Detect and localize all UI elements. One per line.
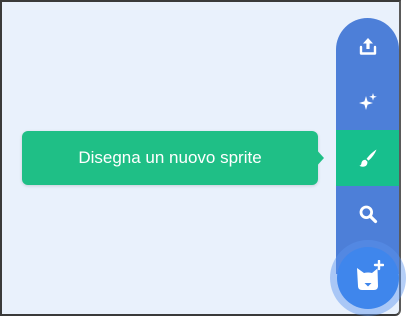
surprise-sprite-button[interactable] xyxy=(336,74,399,130)
tooltip: Disegna un nuovo sprite xyxy=(22,131,318,185)
paintbrush-icon xyxy=(358,148,378,168)
cat-plus-icon xyxy=(352,259,385,297)
tooltip-arrow xyxy=(314,147,324,169)
choose-sprite-button[interactable] xyxy=(336,186,399,242)
sparkles-icon xyxy=(358,92,378,112)
search-icon xyxy=(358,204,378,224)
choose-sprite-main-button[interactable] xyxy=(337,247,399,309)
paint-sprite-button[interactable] xyxy=(336,130,399,186)
tooltip-label: Disegna un nuovo sprite xyxy=(78,148,262,167)
sprite-menu xyxy=(336,18,399,274)
upload-sprite-button[interactable] xyxy=(336,18,399,74)
upload-icon xyxy=(358,36,378,56)
